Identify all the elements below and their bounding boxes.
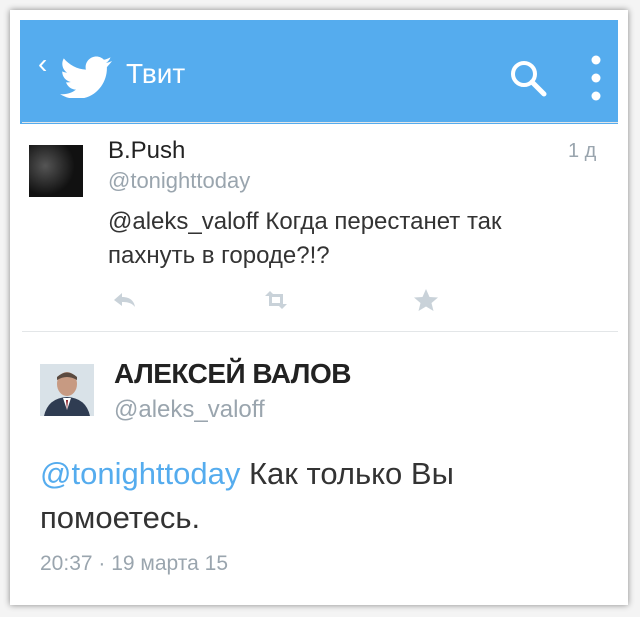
author-handle[interactable]: @tonighttoday [108,168,250,194]
tweet-mention[interactable]: @aleks_valoff [108,208,259,235]
tweet-text: @aleks_valoff Когда перестанет так пахну… [108,205,578,273]
author-name[interactable]: АЛЕКСЕЙ ВАЛОВ [114,358,351,390]
more-vertical-icon[interactable] [590,54,602,102]
reply-icon[interactable] [110,288,138,312]
tweet-timestamp: 20:37 · 19 марта 15 [40,552,228,575]
tweet-time: 1 д [568,140,597,162]
app-bar: ‹ Твит [20,20,618,124]
back-button[interactable]: ‹ [38,50,47,78]
person-photo-icon [40,364,94,416]
tweet-text: @tonighttoday Как только Вы помоетесь. [40,452,560,540]
back-icon: ‹ [38,48,48,79]
page-title: Твит [126,58,186,89]
tweet-mention[interactable]: @tonighttoday [40,456,240,491]
author-name[interactable]: B.Push [108,137,185,165]
divider [22,331,618,332]
author-handle[interactable]: @aleks_valoff [114,396,265,424]
search-icon[interactable] [508,58,548,98]
favorite-icon[interactable] [412,288,440,312]
retweet-icon[interactable] [262,288,290,312]
twitter-bird-icon [60,56,112,98]
avatar[interactable] [29,145,83,197]
divider [22,122,618,123]
avatar[interactable] [40,364,94,416]
